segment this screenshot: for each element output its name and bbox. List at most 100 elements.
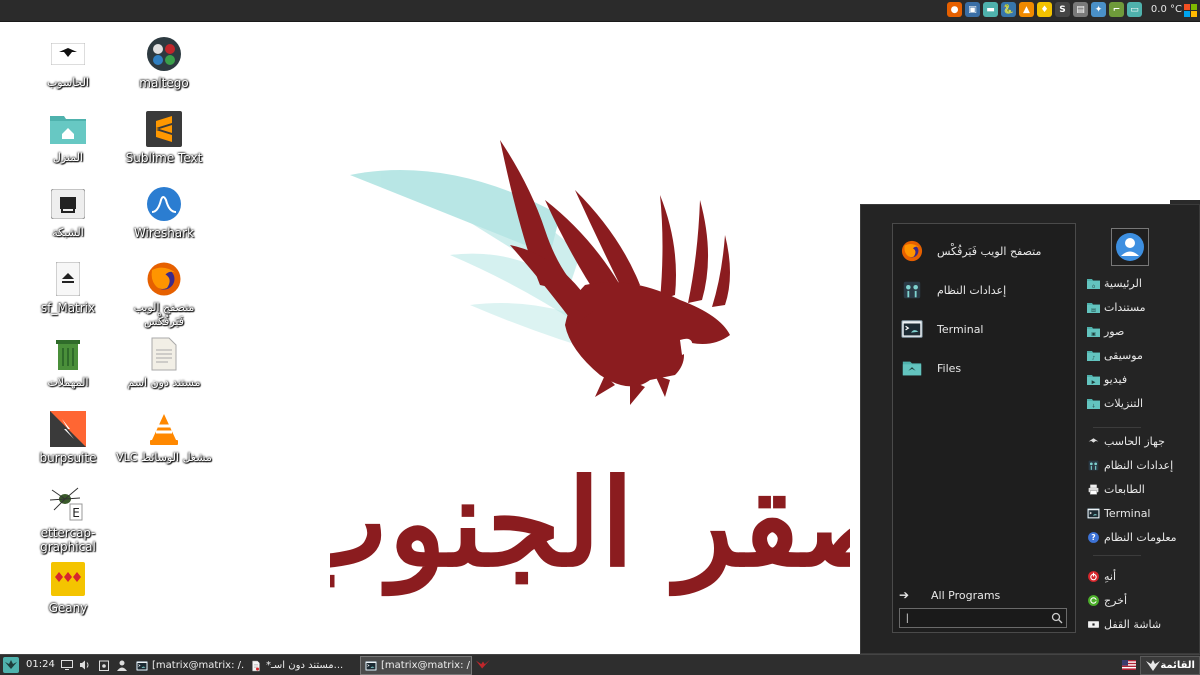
- wireshark-icon: [146, 186, 182, 222]
- folder-icon[interactable]: ▬: [983, 2, 998, 17]
- search-icon: [1051, 612, 1063, 624]
- menu-separator: [1093, 427, 1141, 428]
- session-item[interactable]: أخرج: [1087, 590, 1127, 610]
- desktop-icon-sf_matrix[interactable]: sf_Matrix: [20, 261, 116, 315]
- svg-text:⌂: ⌂: [1092, 283, 1095, 289]
- taskbar-clock[interactable]: 01:24: [26, 659, 55, 670]
- desktop-icon-ettercap[interactable]: Eettercap-graphical: [20, 486, 116, 554]
- desktop-icon-label: الحاسوب: [46, 76, 90, 89]
- session-item[interactable]: أنهِ: [1087, 566, 1116, 586]
- desktop-icon-label: ettercap-graphical: [40, 526, 96, 554]
- falcon-launcher-icon[interactable]: [476, 658, 490, 672]
- burpsuite-icon: [50, 411, 86, 447]
- windows-logo-icon[interactable]: [1184, 4, 1197, 17]
- place-item[interactable]: ▶ فيديو: [1087, 369, 1127, 389]
- menu-search-input[interactable]: [899, 608, 1067, 628]
- desktop-icon-home[interactable]: المنزل: [20, 111, 116, 165]
- desktop-icon-burpsuite[interactable]: burpsuite: [20, 411, 116, 465]
- desktop-icon-network[interactable]: الشبكة: [20, 186, 116, 240]
- falcon-silhouette: [500, 140, 730, 405]
- sublime-icon: [146, 111, 182, 147]
- svg-text:▤: ▤: [1091, 307, 1096, 313]
- picture-icon[interactable]: ▣: [965, 2, 980, 17]
- place-item[interactable]: ⌂ الرئيسية: [1087, 273, 1142, 293]
- taskbar-task-label: *مستند دون اسـ...: [266, 660, 344, 671]
- favorite-item[interactable]: إعدادات النظام: [893, 271, 1075, 309]
- favorite-item[interactable]: متصفح الويب فَيَرفُكْس: [893, 232, 1075, 270]
- firefox-icon: [901, 240, 923, 262]
- maltego-icon: [146, 36, 182, 72]
- all-programs-label: All Programs: [931, 588, 1001, 602]
- system-item-label: الطابعات: [1104, 482, 1145, 496]
- session-item-label: أنهِ: [1104, 569, 1117, 583]
- monitor-icon[interactable]: [60, 658, 74, 672]
- broom-icon[interactable]: ⌐: [1109, 2, 1124, 17]
- user-avatar[interactable]: [1111, 228, 1149, 266]
- lock-screen-icon: [1087, 619, 1100, 630]
- system-item[interactable]: Terminal: [1087, 503, 1151, 523]
- python-icon[interactable]: 🐍: [1001, 2, 1016, 17]
- wallpaper-title: صقر الجنوب: [330, 453, 850, 597]
- user-icon: [1116, 233, 1144, 261]
- session-item[interactable]: شاشة القفل: [1087, 614, 1161, 634]
- office-icon[interactable]: ▤: [1073, 2, 1088, 17]
- clipboard-icon[interactable]: [97, 658, 111, 672]
- display-icon[interactable]: ▭: [1127, 2, 1142, 17]
- place-item[interactable]: ↓ التنزيلات: [1087, 393, 1143, 413]
- desktop-icon-firefox[interactable]: متصفح الويب فَيَرفُكْس: [116, 261, 212, 329]
- home-icon: [50, 111, 86, 147]
- temperature-readout: 0.0 °C: [1150, 4, 1182, 15]
- svg-text:↓: ↓: [1091, 403, 1095, 409]
- trash-icon: [50, 336, 86, 372]
- taskbar-task-button[interactable]: [matrix@matrix: /...: [132, 656, 244, 675]
- network-icon: [50, 186, 86, 222]
- terminal-icon: [365, 660, 377, 671]
- place-item-label: موسيقى: [1104, 348, 1143, 362]
- desktop-icon-trash[interactable]: المهملات: [20, 336, 116, 390]
- sublime-icon[interactable]: S: [1055, 2, 1070, 17]
- taskbar-task-button[interactable]: *مستند دون اسـ...: [246, 656, 358, 675]
- menu-button[interactable]: القائمة: [1140, 656, 1200, 675]
- system-item[interactable]: ? معلومات النظام: [1087, 527, 1177, 547]
- firefox-icon: [146, 261, 182, 297]
- favorite-item[interactable]: Files: [893, 349, 1075, 387]
- power-icon: [1087, 570, 1100, 582]
- pictures-folder-icon: ▣: [1087, 326, 1100, 337]
- system-item[interactable]: الطابعات: [1087, 479, 1145, 499]
- music-folder-icon: ♪: [1087, 350, 1100, 361]
- desktop-icon-wireshark[interactable]: Wireshark: [116, 186, 212, 240]
- untitled-doc-icon: [146, 336, 182, 372]
- volume-icon[interactable]: [78, 658, 92, 672]
- show-desktop-button[interactable]: [3, 657, 19, 673]
- wizard-icon[interactable]: ✦: [1091, 2, 1106, 17]
- desktop-icon-label: Wireshark: [133, 226, 195, 240]
- desktop-icon-label: مستند دون اسم: [127, 376, 201, 389]
- desktop-icon-untitled-doc[interactable]: مستند دون اسم: [116, 336, 212, 390]
- firefox-icon[interactable]: ●: [947, 2, 962, 17]
- desktop-icon-geany[interactable]: Geany: [20, 561, 116, 615]
- place-item[interactable]: ▤ مستندات: [1087, 297, 1146, 317]
- place-item-label: التنزيلات: [1104, 396, 1144, 410]
- all-programs-button[interactable]: ➔ All Programs: [899, 588, 1000, 602]
- geany-icon[interactable]: ♦: [1037, 2, 1052, 17]
- desktop-icon-vlc[interactable]: مشغل الوسائط VLC: [116, 411, 212, 465]
- terminal-icon: [1087, 507, 1100, 519]
- desktop-icon-computer[interactable]: الحاسوب: [20, 36, 116, 90]
- vlc-icon[interactable]: ▲: [1019, 2, 1034, 17]
- user-switch-icon[interactable]: [115, 658, 129, 672]
- place-item-label: الرئيسية: [1104, 276, 1142, 290]
- desktop-icon-label: sf_Matrix: [40, 301, 96, 315]
- system-item[interactable]: جهاز الحاسب: [1087, 431, 1165, 451]
- favorite-item[interactable]: Terminal: [893, 310, 1075, 348]
- document-icon: [250, 660, 262, 672]
- desktop-icon-maltego[interactable]: maltego: [116, 36, 212, 90]
- desktop-icon-sublime[interactable]: Sublime Text: [116, 111, 212, 165]
- keyboard-layout-flag-icon[interactable]: [1122, 660, 1136, 670]
- taskbar-task-button[interactable]: [matrix@matrix: /...: [360, 656, 472, 675]
- wallpaper-falcon: صقر الجنوب: [330, 140, 850, 597]
- place-item[interactable]: ♪ موسيقى: [1087, 345, 1143, 365]
- place-item[interactable]: ▣ صور: [1087, 321, 1124, 341]
- system-item[interactable]: إعدادات النظام: [1087, 455, 1173, 475]
- menu-button-label: القائمة: [1160, 660, 1195, 671]
- printer-icon: [1087, 484, 1100, 495]
